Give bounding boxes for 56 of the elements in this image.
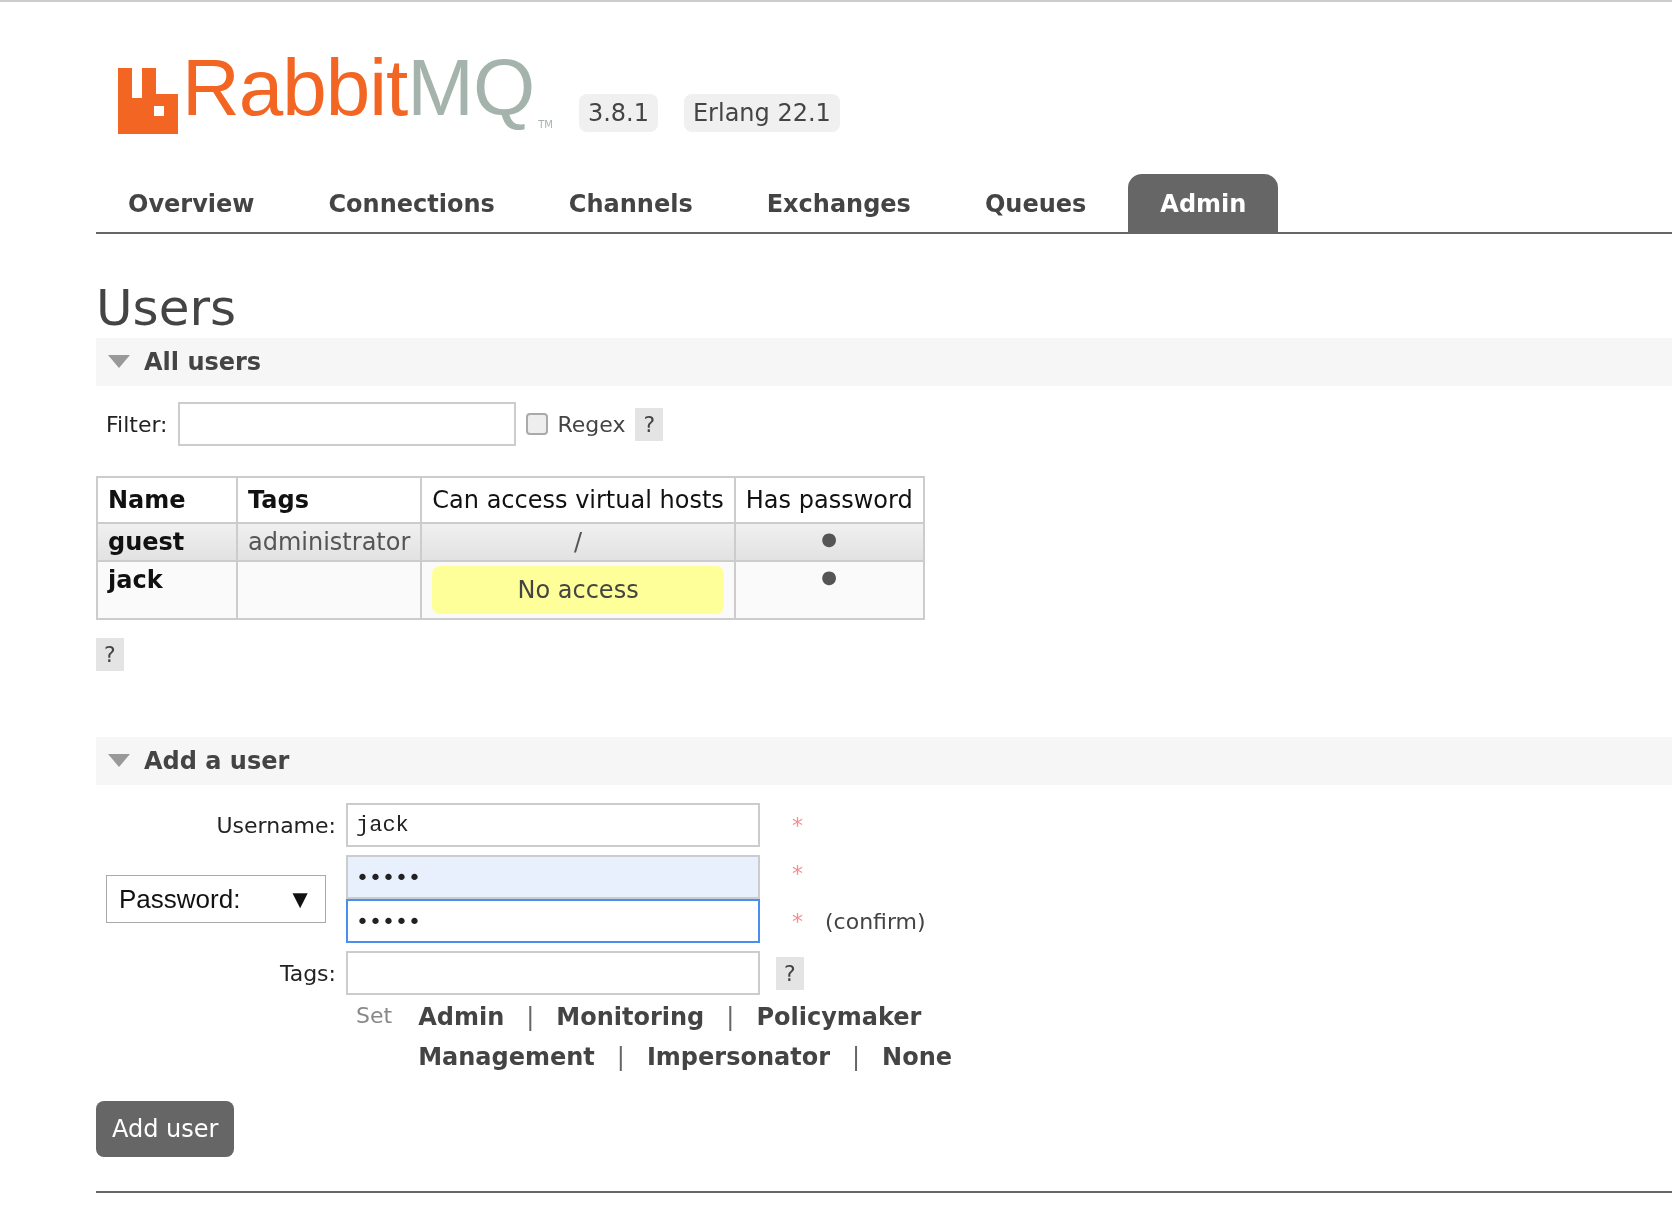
- add-user-button[interactable]: Add user: [96, 1101, 235, 1157]
- help-button[interactable]: ?: [635, 407, 664, 441]
- column-header: Has password: [734, 477, 924, 523]
- set-label: Set: [356, 1003, 393, 1028]
- table-cell: ●: [734, 561, 924, 619]
- nav-tab[interactable]: Channels: [536, 174, 725, 232]
- confirm-label: (confirm): [825, 908, 926, 934]
- username-label: Username:: [216, 812, 336, 838]
- section-title: All users: [144, 348, 262, 376]
- logo-icon: [118, 68, 178, 134]
- separator-text: |: [852, 1043, 861, 1071]
- tag-link[interactable]: None: [882, 1043, 953, 1071]
- password-type-select[interactable]: Password: ▼: [106, 875, 326, 923]
- help-button[interactable]: ?: [96, 638, 124, 671]
- required-mark: *: [792, 860, 804, 886]
- version-badge: 3.8.1: [578, 94, 658, 132]
- column-header: Name: [97, 477, 237, 523]
- tag-link[interactable]: Admin: [418, 1003, 505, 1031]
- version-badge: Erlang 22.1: [683, 94, 840, 132]
- nav-tab[interactable]: Connections: [296, 174, 527, 232]
- password-field[interactable]: •••••: [346, 855, 760, 899]
- tag-link[interactable]: Policymaker: [756, 1003, 922, 1031]
- required-mark: *: [792, 812, 804, 838]
- separator-text: |: [616, 1043, 625, 1071]
- table-cell: ●: [734, 523, 924, 561]
- logo-text: RabbitMQ: [182, 42, 535, 134]
- nav-tab[interactable]: Queues: [952, 174, 1119, 232]
- section-title: Add a user: [144, 747, 290, 775]
- tag-link[interactable]: Impersonator: [646, 1043, 830, 1071]
- section-header[interactable]: Add a user: [96, 737, 1672, 785]
- table-cell: /: [421, 523, 735, 561]
- tags-field[interactable]: [346, 951, 760, 995]
- tag-link[interactable]: Monitoring: [556, 1003, 705, 1031]
- trademark-text: TM: [538, 119, 553, 130]
- tag-link[interactable]: Management: [418, 1043, 595, 1071]
- table-cell: guest: [97, 523, 237, 561]
- filter-label: Filter:: [106, 411, 168, 437]
- regex-checkbox[interactable]: [525, 413, 548, 435]
- regex-label: Regex: [557, 411, 626, 437]
- column-header: Can access virtual hosts: [421, 477, 735, 523]
- required-mark: *: [792, 908, 803, 934]
- nav-tab[interactable]: Overview: [96, 174, 287, 232]
- filter-field[interactable]: [177, 402, 516, 446]
- nav-tab[interactable]: Admin: [1128, 174, 1279, 232]
- tags-label: Tags:: [279, 960, 336, 986]
- confirm-password-field[interactable]: •••••: [346, 899, 760, 943]
- username-field[interactable]: jack: [346, 803, 760, 847]
- separator-text: |: [526, 1003, 535, 1031]
- section-header[interactable]: All users: [96, 338, 1672, 386]
- page-title: Users: [96, 278, 237, 338]
- table-cell: jack: [97, 561, 237, 619]
- separator-text: |: [726, 1003, 735, 1031]
- table-cell: administrator: [237, 523, 422, 561]
- no-access-badge: No access: [432, 566, 724, 614]
- help-button[interactable]: ?: [776, 956, 804, 990]
- nav-tab[interactable]: Exchanges: [734, 174, 943, 232]
